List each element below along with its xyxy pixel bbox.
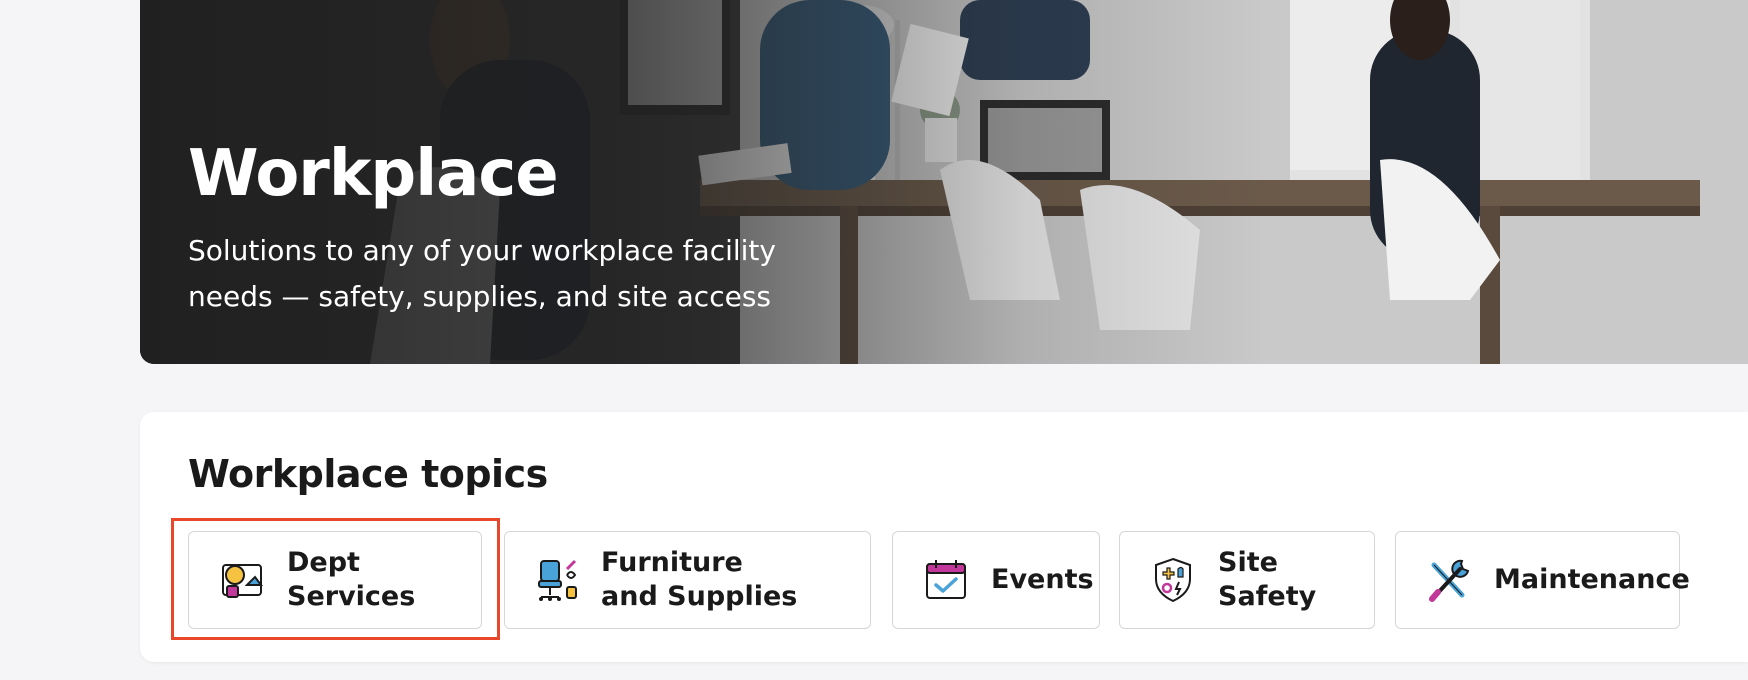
topic-label: Furniture and Supplies [601, 547, 798, 612]
calendar-check-icon [921, 555, 971, 605]
hero-subtitle: Solutions to any of your workplace facil… [188, 234, 776, 313]
topic-tile-dept-services[interactable]: Dept Services [188, 531, 482, 629]
topic-label: Site Safety [1218, 547, 1317, 612]
safety-shield-icon [1148, 555, 1198, 605]
topic-label: Events [991, 564, 1094, 595]
hero-text-block: Workplace Solutions to any of your workp… [188, 138, 828, 320]
topic-tile-site-safety[interactable]: Site Safety [1119, 531, 1375, 629]
topic-tile-maintenance[interactable]: Maintenance [1395, 531, 1690, 629]
topic-tile-furniture-and-supplies[interactable]: Furniture and Supplies [504, 531, 871, 629]
topics-card: Workplace topics Dept Services Furniture… [140, 412, 1748, 662]
topic-tile-events[interactable]: Events [892, 531, 1100, 629]
wrench-screwdriver-icon [1424, 555, 1474, 605]
office-chair-icon [531, 555, 581, 605]
topic-label: Maintenance [1494, 564, 1690, 595]
hero-title: Workplace [188, 137, 559, 211]
hero-banner: Workplace Solutions to any of your workp… [140, 0, 1748, 364]
dept-services-icon [217, 555, 267, 605]
topic-label: Dept Services [287, 547, 416, 612]
topics-title: Workplace topics [188, 452, 548, 496]
